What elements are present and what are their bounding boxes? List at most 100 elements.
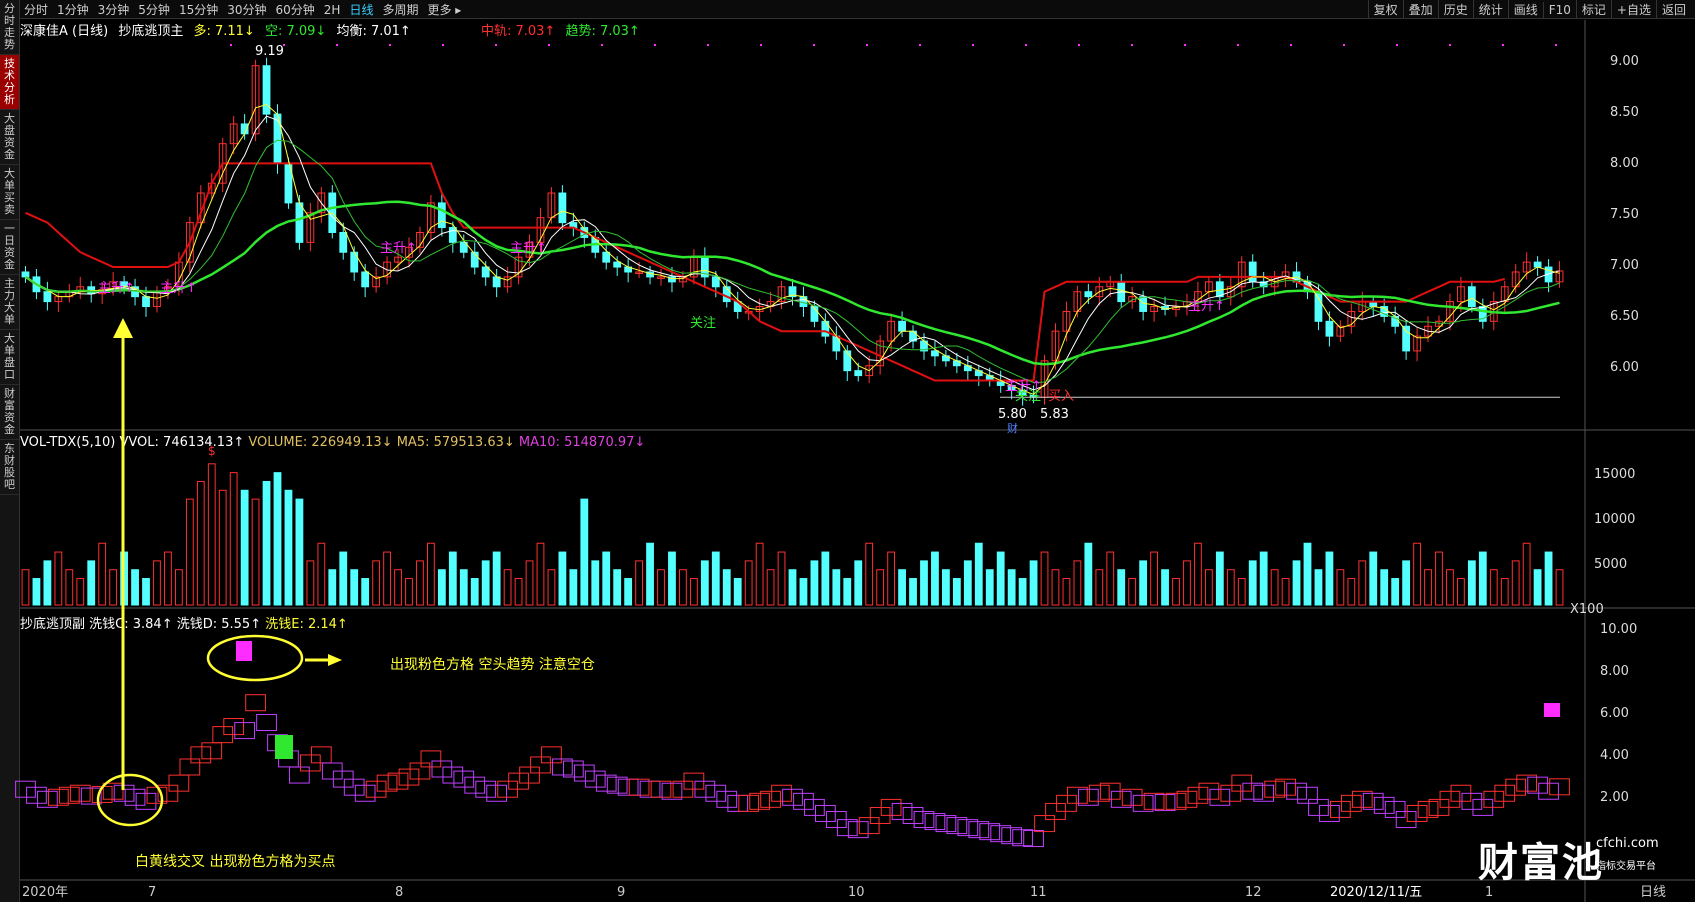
date-tick: 11 — [1030, 885, 1047, 900]
tool-button-3[interactable]: 统计 — [1472, 0, 1508, 19]
tool-button-8[interactable]: 返回 — [1655, 0, 1691, 19]
sub-box — [760, 790, 781, 808]
volume-bar — [1237, 578, 1246, 606]
period-tab-2[interactable]: 3分钟 — [98, 3, 130, 17]
sidebar-item-7[interactable]: 财富资金 — [0, 385, 19, 440]
tool-button-7[interactable]: +自选 — [1610, 0, 1656, 19]
kline-chart[interactable]: 9.00 8.50 8.00 7.50 7.00 6.50 6.00 15000 10000 50… — [0, 0, 1695, 902]
sidebar-item-8[interactable]: 东财股吧 — [0, 440, 19, 495]
period-tab-10[interactable]: 更多 ▸ — [427, 3, 461, 17]
volume-bar — [646, 542, 654, 606]
sub-box — [1275, 778, 1296, 796]
candle-body — [876, 340, 885, 367]
sidebar-item-6[interactable]: 大单盘口 — [0, 330, 19, 385]
volume-bar — [427, 542, 435, 606]
sidebar-item-5[interactable]: 主力大单 — [0, 275, 19, 330]
volume-bar — [635, 560, 643, 606]
candle-body — [1511, 271, 1520, 288]
sub-box — [179, 758, 201, 776]
tool-button-5[interactable]: F10 — [1542, 2, 1576, 18]
volume-bar — [43, 560, 52, 606]
volume-bar — [1007, 569, 1016, 606]
sub-box — [1165, 792, 1187, 810]
volume-bar — [470, 578, 479, 606]
period-tabs: 分时 1分钟 3分钟 5分钟 15分钟 30分钟 60分钟 2H 日线 多周期 更多 ▸ — [24, 1, 470, 18]
candle-body — [963, 365, 972, 372]
sub-box — [1340, 794, 1362, 812]
candle-body — [142, 296, 150, 308]
period-tab-6[interactable]: 60分钟 — [276, 3, 315, 17]
candle-body — [76, 286, 85, 293]
tool-button-6[interactable]: 标记 — [1575, 0, 1611, 19]
sidebar-item-0[interactable]: 分时走势 — [0, 0, 19, 55]
sub-box — [47, 788, 69, 806]
sub-name[interactable]: 抄底逃顶副 — [20, 617, 85, 632]
volume-bar — [164, 551, 172, 606]
volume-bar — [733, 578, 742, 606]
sub-box — [1264, 780, 1285, 798]
tool-button-1[interactable]: 叠加 — [1402, 0, 1438, 19]
ma5-line — [25, 115, 1560, 391]
candle-body — [1062, 310, 1071, 332]
period-tab-9[interactable]: 多周期 — [382, 3, 418, 17]
tool-button-4[interactable]: 画线 — [1507, 0, 1543, 19]
sub-box — [1472, 798, 1494, 816]
period-tab-3[interactable]: 5分钟 — [138, 3, 170, 17]
top-marker — [548, 44, 550, 46]
candle-body — [1555, 270, 1564, 283]
sub-box — [935, 815, 957, 833]
sub-box — [705, 784, 727, 802]
tool-button-2[interactable]: 历史 — [1437, 0, 1473, 19]
period-tab-5[interactable]: 30分钟 — [227, 3, 266, 17]
zhusheng-label: 主升↑ — [1005, 379, 1042, 394]
sub-box — [475, 780, 497, 798]
volume-value: VOLUME: 226949.13↓ — [248, 435, 393, 450]
volume-bar — [788, 569, 797, 606]
sub-box — [891, 802, 913, 820]
top-marker — [654, 44, 656, 46]
sub-box — [815, 804, 836, 822]
sidebar-item-2[interactable]: 大盘资金 — [0, 110, 19, 165]
sidebar-item-1[interactable]: 技术分析 — [0, 55, 19, 110]
sidebar-item-4[interactable]: 一日资金 — [0, 220, 19, 275]
volume-bar — [1073, 560, 1082, 606]
sub-box — [979, 823, 1001, 841]
candle-body — [503, 276, 512, 288]
volume-bar — [1117, 569, 1126, 606]
indicator-name[interactable]: 抄底逃顶主 — [118, 24, 183, 39]
period-tab-4[interactable]: 15分钟 — [179, 3, 218, 17]
sub-box — [1483, 790, 1505, 808]
top-marker — [707, 44, 709, 46]
candle-body — [679, 276, 687, 283]
tool-button-0[interactable]: 复权 — [1367, 0, 1403, 19]
sub-box — [530, 756, 551, 774]
candle-body — [1183, 301, 1191, 308]
volume-bar — [1391, 578, 1400, 606]
period-tab-7[interactable]: 2H — [324, 3, 341, 17]
sub-box — [541, 746, 562, 764]
zhusheng-label: 主升↑ — [380, 241, 417, 256]
stock-title[interactable]: 深康佳A (日线) — [20, 24, 108, 39]
candle-body — [339, 232, 348, 253]
volume-bar — [459, 569, 468, 606]
volume-bar — [1150, 551, 1158, 606]
candle-body — [777, 286, 786, 303]
candle-body — [273, 113, 282, 164]
vol-name[interactable]: VOL-TDX(5,10) — [20, 435, 115, 450]
top-marker — [336, 44, 338, 46]
candle-body — [1248, 261, 1257, 283]
tool-buttons: 复权 叠加 历史 统计 画线 F10 标记 +自选 返回 — [1367, 0, 1691, 19]
volume-bar — [777, 551, 786, 606]
sub-indicator-info: 抄底逃顶副 洗钱C: 3.84↑ 洗钱D: 5.55↑ 洗钱E: 2.14↑ — [20, 613, 348, 632]
candle-body — [1172, 306, 1180, 310]
volume-bar — [514, 578, 523, 606]
sidebar-item-3[interactable]: 大单买卖 — [0, 165, 19, 220]
candle-body — [492, 276, 501, 288]
sub-box — [946, 817, 968, 835]
sub-box — [1012, 829, 1033, 847]
period-tab-1[interactable]: 1分钟 — [57, 3, 89, 17]
volume-bar — [383, 551, 391, 606]
period-tab-8[interactable]: 日线 — [349, 3, 373, 17]
kong-value: 空: 7.09↓ — [264, 24, 327, 39]
period-tab-0[interactable]: 分时 — [24, 3, 48, 17]
